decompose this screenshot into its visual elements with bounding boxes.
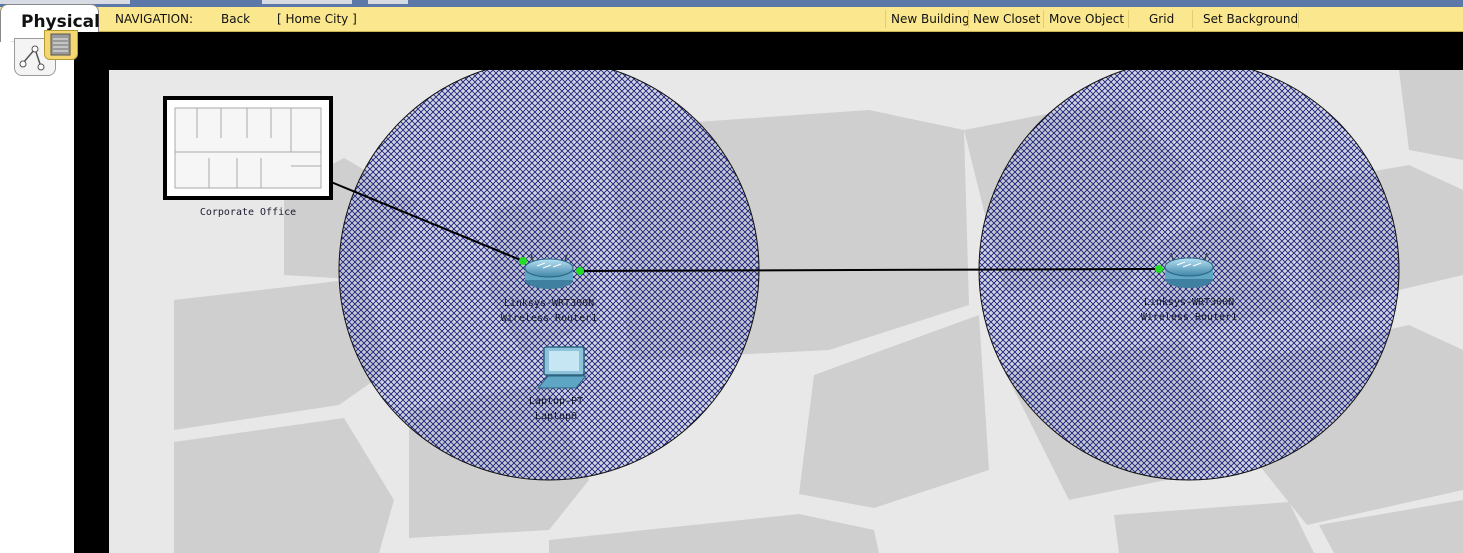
- new-building-button[interactable]: New Building: [891, 12, 970, 26]
- toolbar-separator: [885, 10, 886, 28]
- city-map-canvas[interactable]: Corporate Office Linksys-WRT300N Wireles…: [109, 70, 1463, 553]
- map-block: [1399, 70, 1463, 160]
- router-2-model-label: Linksys-WRT300N: [1144, 297, 1234, 308]
- laptop-model-label: Laptop-PT: [529, 396, 583, 407]
- router-2-name-label: Wireless Router1: [1141, 312, 1237, 323]
- physical-toolbar: NAVIGATION: Back [ Home City ] New Build…: [0, 7, 1463, 32]
- link-light: [576, 267, 584, 275]
- left-panel: [0, 42, 74, 553]
- router-icon: [1164, 252, 1214, 288]
- physical-workspace: Corporate Office Linksys-WRT300N Wireles…: [74, 32, 1463, 553]
- building-label: Corporate Office: [200, 207, 296, 218]
- laptop-name-label: Laptop0: [535, 411, 577, 422]
- physical-sub-button[interactable]: [44, 30, 78, 60]
- navigation-label: NAVIGATION:: [115, 12, 194, 26]
- link-light: [1155, 265, 1163, 273]
- toolbar-separator: [1128, 10, 1129, 28]
- router-icon: [524, 253, 574, 289]
- toolbar-separator: [1192, 10, 1193, 28]
- physical-tab-label: Physical: [21, 12, 100, 32]
- router-1-model-label: Linksys-WRT300N: [504, 298, 594, 309]
- building-icon: [174, 107, 322, 189]
- location-breadcrumb[interactable]: [ Home City ]: [277, 12, 357, 26]
- top-tab-3: [368, 0, 408, 4]
- router-1-name-label: Wireless Router1: [501, 313, 597, 324]
- toolbar-separator: [1043, 10, 1044, 28]
- top-tab-2: [262, 0, 352, 4]
- move-object-button[interactable]: Move Object: [1049, 12, 1124, 26]
- cable-router1-router2: [579, 269, 855, 272]
- grid-button[interactable]: Grid: [1149, 12, 1174, 26]
- new-closet-button[interactable]: New Closet: [973, 12, 1040, 26]
- back-button[interactable]: Back: [221, 12, 250, 26]
- cable-router1-router2-segment: [853, 268, 1160, 271]
- toolbar-separator: [1298, 10, 1299, 28]
- physical-sub-icon: [50, 33, 71, 56]
- laptop-icon: [536, 346, 588, 389]
- set-background-button[interactable]: Set Background: [1203, 12, 1298, 26]
- corporate-office-building[interactable]: Corporate Office: [163, 96, 333, 218]
- link-light: [519, 257, 527, 265]
- window-top-strip: [0, 0, 1463, 7]
- toolbar-separator: [968, 10, 969, 28]
